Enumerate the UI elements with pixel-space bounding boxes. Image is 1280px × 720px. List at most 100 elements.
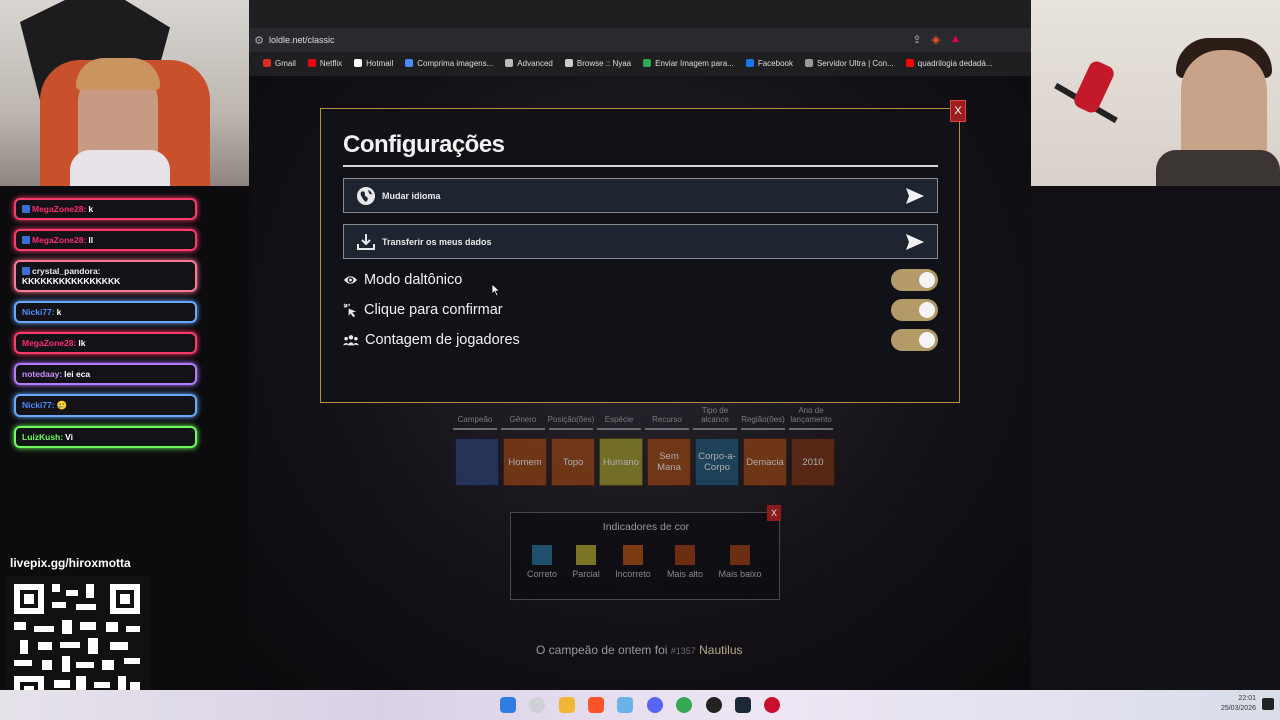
- brave-browser-icon[interactable]: [588, 697, 604, 713]
- color-swatch: [623, 545, 643, 565]
- arrow-right-icon: [906, 188, 924, 204]
- bookmark-favicon-icon: [564, 59, 573, 67]
- bookmark-favicon-icon: [745, 59, 754, 67]
- chat-text: KKKKKKKKKKKKKKKK: [22, 276, 121, 286]
- column-header: Região(ões): [741, 400, 785, 430]
- colorblind-mode-toggle[interactable]: [891, 269, 938, 291]
- chrome-icon[interactable]: [676, 697, 692, 713]
- color-swatch: [675, 545, 695, 565]
- color-swatch: [730, 545, 750, 565]
- column-header: Posição(ões): [548, 400, 594, 430]
- chat-username: crystal_pandora:: [32, 266, 101, 276]
- app-icon[interactable]: [617, 697, 633, 713]
- chat-username: Nicki77:: [22, 307, 55, 317]
- obs-icon[interactable]: [706, 697, 722, 713]
- player-count-label: Contagem de jogadores: [365, 332, 520, 348]
- chat-username: MegaZone28:: [22, 338, 77, 348]
- steam-icon[interactable]: [735, 697, 751, 713]
- click-to-confirm-row: Clique para confirmar: [343, 298, 938, 322]
- bookmark-label: Servidor Ultra | Con...: [816, 58, 894, 68]
- bookmark-favicon-icon: [905, 59, 914, 67]
- bookmark-item[interactable]: Advanced: [505, 59, 553, 68]
- brave-shield-icon[interactable]: ◈: [932, 33, 940, 46]
- notification-icon[interactable]: [1262, 698, 1274, 710]
- click-to-confirm-toggle[interactable]: [891, 299, 938, 321]
- transfer-data-label: Transferir os meus dados: [382, 236, 492, 247]
- bookmark-label: Hotmail: [366, 58, 394, 68]
- bookmark-label: Comprima imagens...: [417, 58, 494, 68]
- file-explorer-icon[interactable]: [559, 697, 575, 713]
- chat-text: k: [56, 307, 62, 317]
- attribute-tile: Homem: [503, 438, 547, 486]
- chat-text: ll: [88, 235, 94, 245]
- yesterday-prefix: O campeão de ontem foi: [536, 643, 668, 657]
- column-header: Tipo de alcance: [693, 400, 737, 430]
- chat-text: Vi: [65, 432, 73, 442]
- webcam-left: [0, 0, 249, 186]
- bookmark-item[interactable]: Browse :: Nyaa: [564, 59, 631, 68]
- color-indicators-close-button[interactable]: X: [767, 505, 781, 521]
- color-indicator-label: Mais alto: [666, 569, 703, 579]
- bookmark-item[interactable]: quadrilogia dedadá...: [905, 59, 992, 68]
- chat-message: MegaZone28: k: [14, 198, 197, 220]
- color-indicator: Mais alto: [660, 545, 710, 579]
- bookmark-favicon-icon: [307, 59, 316, 67]
- bookmark-item[interactable]: Comprima imagens...: [405, 59, 493, 68]
- chat-message: Nicki77: 🥲: [14, 394, 197, 417]
- chat-message: MegaZone28: ll: [14, 229, 197, 251]
- chat-message: Nicki77: k: [14, 301, 197, 323]
- chat-username: MegaZone28:: [32, 235, 87, 245]
- click-to-confirm-label: Clique para confirmar: [364, 302, 503, 318]
- chat-message: LuizKush: Vi: [14, 426, 197, 448]
- yesterday-champion-name: Nautilus: [699, 643, 743, 657]
- player-count-toggle[interactable]: [891, 329, 938, 351]
- column-header: Espécie: [597, 400, 641, 430]
- bookmark-item[interactable]: Facebook: [745, 59, 793, 68]
- attribute-tile: Corpo-a-Corpo: [695, 438, 739, 486]
- site-info-icon[interactable]: ⚙: [249, 34, 269, 47]
- address-bar[interactable]: ⚙ loldle.net/classic ⇪ ◈ ▲: [249, 28, 1031, 52]
- chat-username: Nicki77:: [22, 400, 55, 410]
- chat-text: k: [88, 204, 94, 214]
- bookmark-item[interactable]: Servidor Ultra | Con...: [804, 58, 894, 68]
- system-clock[interactable]: 22:01 25/03/2026: [1221, 694, 1256, 714]
- bookmark-label: Enviar Imagem para...: [655, 58, 734, 68]
- yesterday-number: #1357: [670, 646, 696, 656]
- share-icon[interactable]: ⇪: [912, 33, 921, 46]
- search-icon[interactable]: [529, 697, 545, 713]
- change-language-button[interactable]: Mudar idioma: [343, 178, 938, 213]
- bookmark-label: Netflix: [319, 58, 343, 68]
- bookmark-favicon-icon: [643, 59, 652, 67]
- attribute-tile: Topo: [551, 438, 595, 486]
- users-icon: [343, 335, 359, 346]
- transfer-data-button[interactable]: Transferir os meus dados: [343, 224, 938, 259]
- attribute-tile: Demacia: [743, 438, 787, 486]
- bookmark-item[interactable]: Hotmail: [354, 59, 393, 68]
- bookmark-item[interactable]: Enviar Imagem para...: [643, 59, 734, 68]
- start-icon[interactable]: [500, 697, 516, 713]
- colorblind-mode-label: Modo daltônico: [364, 272, 463, 288]
- globe-icon: [357, 186, 375, 205]
- chat-text: 🥲: [56, 400, 68, 410]
- discord-icon[interactable]: [647, 697, 663, 713]
- color-indicators-panel: Indicadores de cor X Correto Parcial Incor…: [510, 505, 781, 600]
- brave-rewards-icon[interactable]: ▲: [950, 33, 961, 46]
- bookmarks-bar: Gmail Netflix Hotmail Comprima imagens... Ad…: [249, 54, 1031, 72]
- app-icon[interactable]: [764, 697, 780, 713]
- platform-badge-icon: [22, 267, 30, 275]
- clock-time: 22:01: [1238, 695, 1256, 702]
- attribute-tile: Sem Mana: [647, 438, 691, 486]
- chat-message: notedaay: lei eca: [14, 363, 197, 385]
- colorblind-mode-row: Modo daltônico: [343, 268, 938, 292]
- bookmark-item[interactable]: Gmail: [263, 59, 296, 68]
- change-language-label: Mudar idioma: [382, 190, 441, 201]
- color-indicator-label: Correto: [526, 569, 557, 579]
- browser-window: ⚙ loldle.net/classic ⇪ ◈ ▲ Gmail Netflix H…: [249, 0, 1031, 76]
- title-divider: [343, 165, 938, 167]
- bookmark-item[interactable]: Netflix: [307, 58, 343, 68]
- mouse-cursor-icon: [491, 283, 501, 297]
- bookmark-favicon-icon: [354, 59, 363, 67]
- url-text[interactable]: loldle.net/classic: [269, 35, 335, 45]
- chat-username: notedaay:: [22, 369, 63, 379]
- modal-close-button[interactable]: X: [950, 100, 966, 122]
